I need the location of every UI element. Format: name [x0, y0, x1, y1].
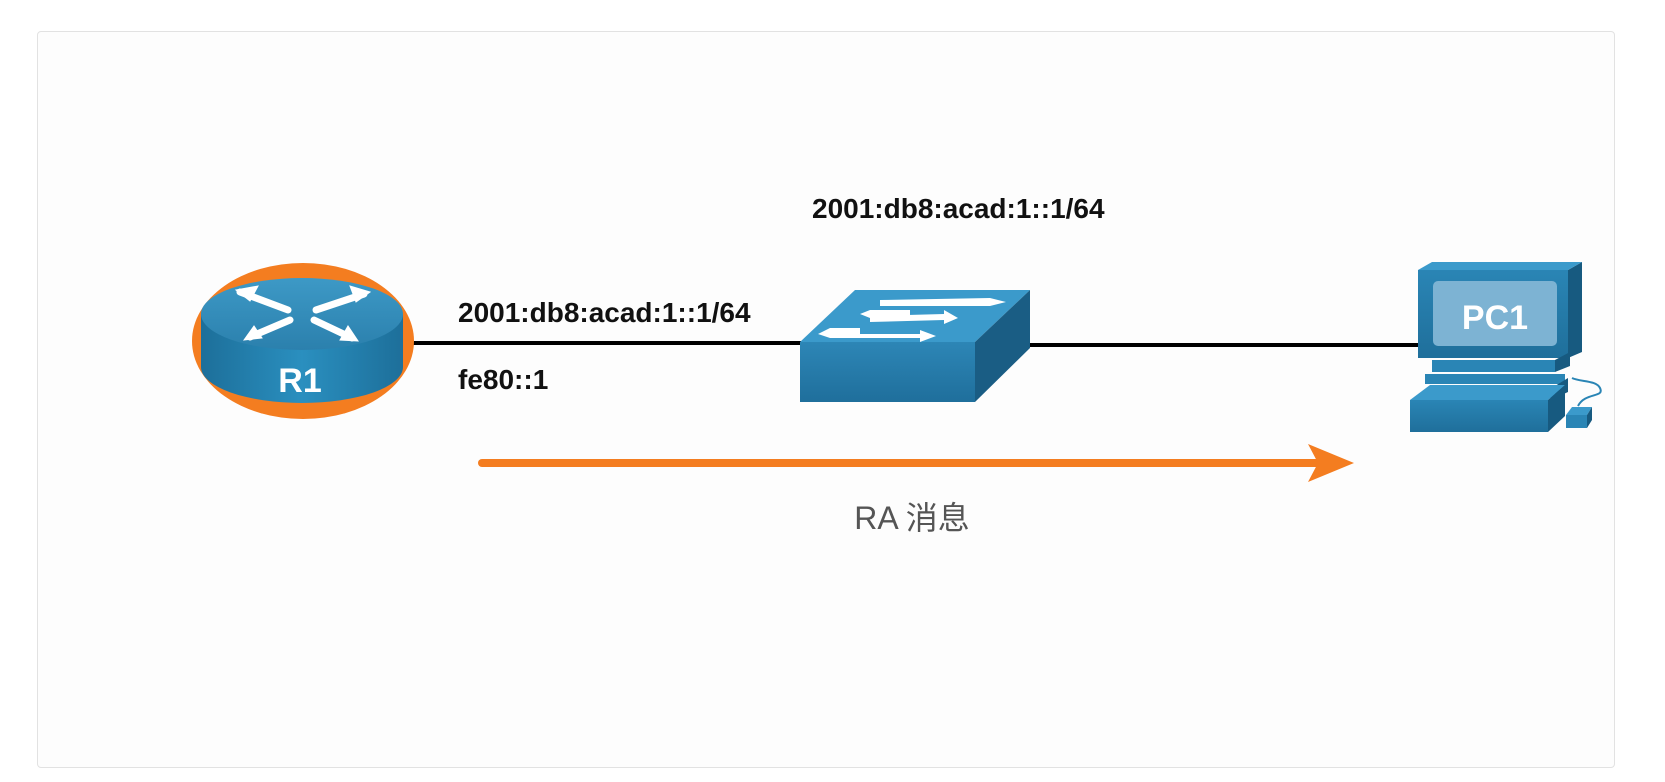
- ra-message-label: RA 消息: [854, 500, 970, 536]
- pc1[interactable]: PC1: [1410, 262, 1602, 432]
- pc-label: PC1: [1462, 299, 1528, 337]
- ra-message-arrow: [478, 444, 1354, 482]
- router-link-local-label: fe80::1: [458, 364, 548, 395]
- router-global-address-label: 2001:db8:acad:1::1/64: [458, 297, 751, 328]
- switch-address-label: 2001:db8:acad:1::1/64: [812, 193, 1105, 224]
- network-topology-diagram: R1 PC1 2001:db8:acad:1::1/64 2001:db8:ac…: [192, 193, 1602, 536]
- router-label: R1: [278, 362, 321, 400]
- switch-icon: [800, 290, 1030, 402]
- pc-icon: [1410, 262, 1602, 432]
- router-r1[interactable]: R1: [192, 263, 414, 419]
- switch[interactable]: [800, 290, 1030, 402]
